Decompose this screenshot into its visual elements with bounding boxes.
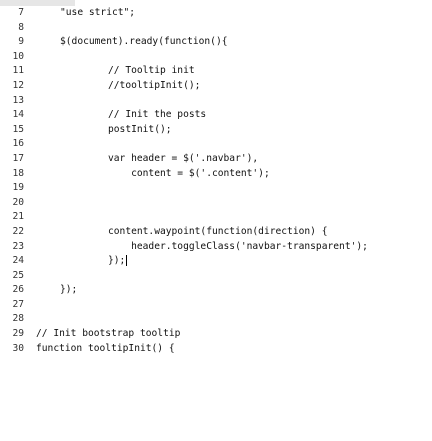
code-text[interactable]: "use strict";	[60, 6, 135, 21]
line-number: 25	[12, 269, 24, 281]
code-text[interactable]: postInit();	[108, 123, 172, 138]
code-line[interactable]: 12 //tooltipInit();	[0, 79, 432, 94]
line-number: 16	[12, 138, 24, 150]
line-number: 17	[12, 152, 24, 164]
code-line[interactable]: 24});	[0, 254, 432, 269]
code-text[interactable]: // Init bootstrap tooltip	[36, 327, 180, 342]
code-text[interactable]: $(document).ready(function(){	[60, 35, 228, 50]
line-number: 27	[12, 298, 24, 310]
line-number: 9	[18, 36, 24, 48]
line-number: 12	[12, 79, 24, 91]
code-line[interactable]: 28	[0, 312, 432, 327]
code-line[interactable]: 17 var header = $('.navbar'),	[0, 152, 432, 167]
line-number: 14	[12, 109, 24, 121]
code-text[interactable]: content = $('.content');	[108, 167, 270, 182]
line-number: 19	[12, 182, 24, 194]
text-cursor	[126, 254, 128, 266]
line-number: 11	[12, 65, 24, 77]
code-line[interactable]: 29 // Init bootstrap tooltip	[0, 327, 432, 342]
line-number: 15	[12, 123, 24, 135]
line-number: 28	[12, 313, 24, 325]
line-number: 21	[12, 211, 24, 223]
line-number: 30	[12, 342, 24, 354]
code-text[interactable]: });	[60, 283, 77, 298]
line-number: 8	[18, 21, 24, 33]
code-line[interactable]: 18 content = $('.content');	[0, 167, 432, 182]
code-line[interactable]: 8	[0, 21, 432, 36]
line-number: 10	[12, 50, 24, 62]
code-text[interactable]: //tooltipInit();	[108, 79, 200, 94]
code-line[interactable]: 19	[0, 181, 432, 196]
code-line[interactable]: 9 $(document).ready(function(){	[0, 35, 432, 50]
code-text[interactable]: // Tooltip init	[108, 64, 195, 79]
line-number: 7	[18, 7, 24, 18]
code-text[interactable]: });	[108, 254, 128, 269]
code-editor[interactable]: 7 "use strict"; 8 9 $(document).ready(functi…	[0, 0, 432, 441]
code-text[interactable]: header.toggleClass('navbar-transparent')…	[108, 240, 368, 255]
code-text[interactable]: content.waypoint(function(direction) {	[108, 225, 328, 240]
code-line[interactable]: 25	[0, 269, 432, 284]
code-line[interactable]: 23 header.toggleClass('navbar-transparen…	[0, 240, 432, 255]
code-text[interactable]: var header = $('.navbar'),	[108, 152, 258, 167]
line-number: 29	[12, 328, 24, 340]
line-number: 18	[12, 167, 24, 179]
code-line[interactable]: 7 "use strict";	[0, 6, 432, 21]
code-line[interactable]: 16	[0, 137, 432, 152]
code-line[interactable]: 10	[0, 50, 432, 65]
code-line[interactable]: 15 postInit();	[0, 123, 432, 138]
code-text[interactable]: // Init the posts	[108, 108, 206, 123]
code-line[interactable]: 11 // Tooltip init	[0, 64, 432, 79]
code-line[interactable]: 22 content.waypoint(function(direction) {	[0, 225, 432, 240]
line-number: 23	[12, 240, 24, 252]
line-number: 22	[12, 225, 24, 237]
code-line[interactable]: 13	[0, 94, 432, 109]
code-lines[interactable]: 7 "use strict"; 8 9 $(document).ready(functi…	[0, 6, 432, 356]
code-text[interactable]: function tooltipInit() {	[36, 342, 175, 357]
line-number: 26	[12, 284, 24, 296]
line-number: 20	[12, 196, 24, 208]
line-number: 13	[12, 94, 24, 106]
code-line[interactable]: 27	[0, 298, 432, 313]
code-line[interactable]: 20	[0, 196, 432, 211]
code-line[interactable]: 26});	[0, 283, 432, 298]
code-line[interactable]: 30 function tooltipInit() {	[0, 342, 432, 357]
code-line[interactable]: 14 // Init the posts	[0, 108, 432, 123]
line-number: 24	[12, 255, 24, 267]
code-line[interactable]: 21	[0, 210, 432, 225]
